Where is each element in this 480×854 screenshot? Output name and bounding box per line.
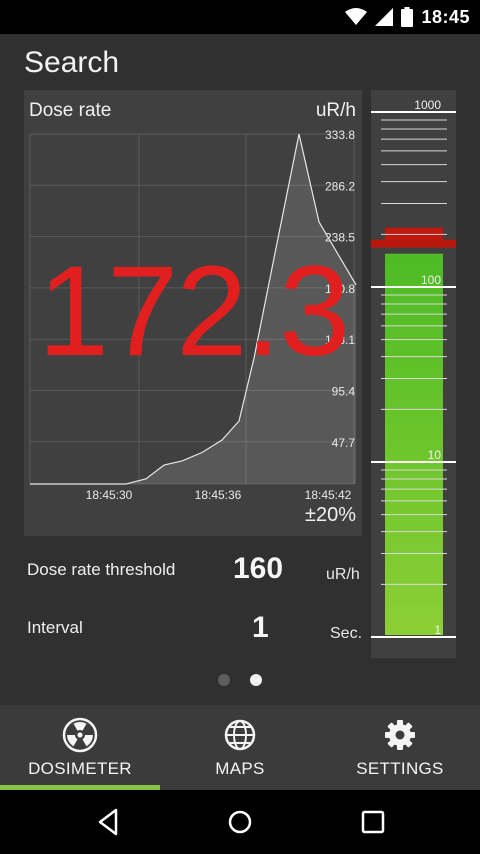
dose-rate-chart: 333.8 286.2 238.5 190.8 143.1 95.4 47.7 18:45:3… <box>29 128 357 502</box>
y-tick-label: 190.8 <box>325 282 355 296</box>
tab-settings-label: SETTINGS <box>356 759 444 778</box>
dose-scale-panel: 1000 100 10 1 <box>371 90 456 658</box>
y-tick-label: 286.2 <box>325 179 355 193</box>
status-icons: 18:45 <box>345 6 470 28</box>
scale-label: 1000 <box>414 98 441 112</box>
dose-level-line <box>371 239 456 248</box>
page-dot-1[interactable] <box>218 674 230 686</box>
wifi-icon <box>345 8 368 25</box>
toolbar: Search <box>0 34 480 90</box>
bottom-navigation: DOSIMETER MAPS SETTINGS <box>0 705 480 791</box>
status-time: 18:45 <box>421 6 470 27</box>
series-area <box>30 134 356 484</box>
interval-unit: Sec. <box>330 625 363 642</box>
interval-value[interactable]: 1 <box>252 611 269 645</box>
scale-label: 100 <box>421 273 441 287</box>
threshold-row[interactable]: Dose rate threshold 160 uR/h <box>0 545 371 595</box>
accuracy-label: ±20% <box>304 504 356 526</box>
threshold-value[interactable]: 160 <box>233 552 283 586</box>
signal-icon <box>375 8 394 26</box>
threshold-unit: uR/h <box>326 566 360 583</box>
tab-dosimeter[interactable]: DOSIMETER <box>0 705 160 791</box>
scale-label: 10 <box>428 448 442 462</box>
x-tick-label: 18:45:42 <box>305 488 352 502</box>
scale-label: 1 <box>434 623 441 637</box>
dose-rate-chart-panel: 333.8 286.2 238.5 190.8 143.1 95.4 47.7 18:45:3… <box>24 90 362 536</box>
dose-level-fill <box>385 253 443 635</box>
tab-maps[interactable]: MAPS <box>160 705 320 791</box>
system-navigation-bar <box>0 790 480 854</box>
interval-row[interactable]: Interval 1 Sec. <box>0 604 371 654</box>
y-tick-label: 47.7 <box>332 436 356 450</box>
back-icon[interactable] <box>90 804 126 840</box>
x-tick-label: 18:45:30 <box>86 488 133 502</box>
page-indicator <box>0 674 480 688</box>
dose-scale-bar: 1000 100 10 1 <box>371 98 456 638</box>
home-icon[interactable] <box>222 804 258 840</box>
page-dot-2[interactable] <box>250 674 262 686</box>
tab-settings[interactable]: SETTINGS <box>320 705 480 791</box>
chart-label: Dose rate <box>29 100 112 121</box>
tab-dosimeter-label: DOSIMETER <box>28 759 132 778</box>
y-tick-label: 333.8 <box>325 128 355 142</box>
y-tick-label: 143.1 <box>325 333 355 347</box>
status-bar: 18:45 <box>0 0 480 34</box>
battery-icon <box>401 7 414 27</box>
interval-label: Interval <box>27 618 83 637</box>
recents-icon[interactable] <box>355 804 391 840</box>
tab-maps-label: MAPS <box>215 759 265 778</box>
x-tick-label: 18:45:36 <box>195 488 242 502</box>
gear-icon <box>385 720 415 750</box>
globe-icon <box>224 719 256 751</box>
y-tick-label: 238.5 <box>325 231 355 245</box>
y-tick-label: 95.4 <box>332 385 356 399</box>
chart-unit: uR/h <box>315 100 356 121</box>
radiation-icon <box>62 717 98 753</box>
page-title: Search <box>24 46 120 79</box>
threshold-label: Dose rate threshold <box>27 560 176 579</box>
